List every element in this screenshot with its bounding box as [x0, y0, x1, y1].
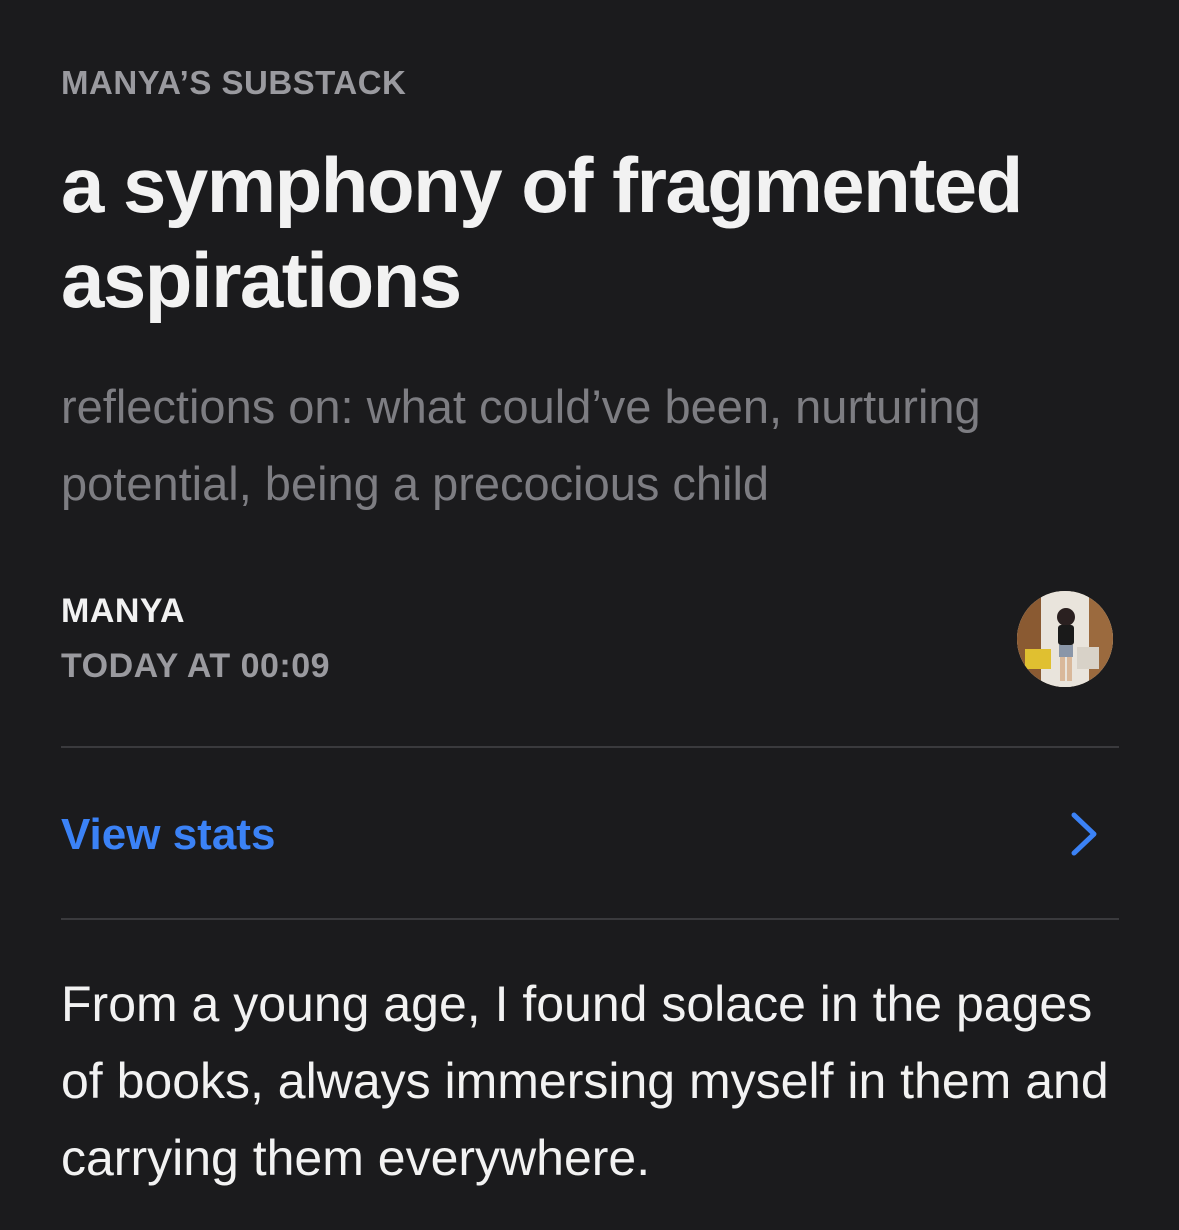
post-body-paragraph: From a young age, I found solace in the … [61, 976, 1109, 1186]
post-subtitle: reflections on: what could’ve been, nurt… [61, 380, 981, 510]
view-stats-row[interactable]: View stats [61, 780, 1119, 890]
author-avatar[interactable] [1017, 591, 1113, 687]
post-date: TODAY AT 00:09 [61, 647, 331, 685]
post-title: a symphony of fragmented aspirations [61, 141, 1023, 324]
publication-name[interactable]: MANYA’S SUBSTACK [61, 64, 406, 102]
divider-bottom [61, 918, 1119, 920]
chevron-right-icon[interactable] [1069, 810, 1099, 858]
author-name[interactable]: MANYA [61, 592, 185, 631]
avatar-photo-icon [1017, 591, 1113, 687]
view-stats-label[interactable]: View stats [61, 810, 275, 860]
divider-top [61, 746, 1119, 748]
